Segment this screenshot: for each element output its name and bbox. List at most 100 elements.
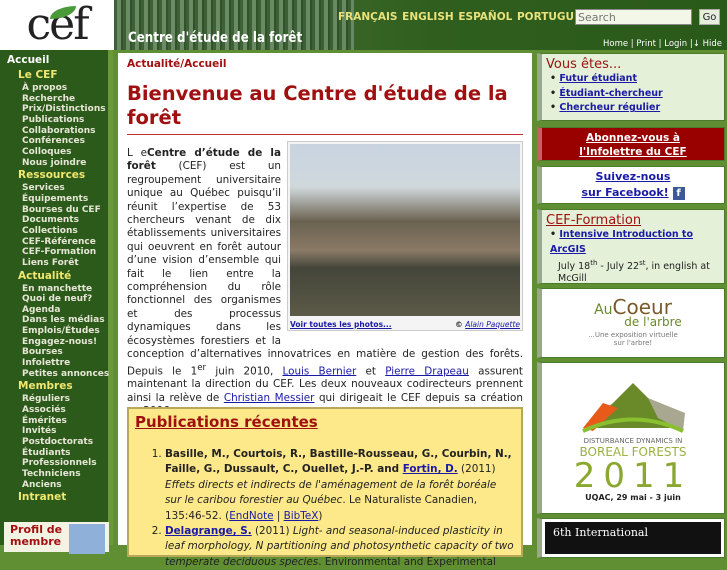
print-link[interactable]: Print: [636, 39, 656, 49]
sidebar-item[interactable]: Prix/Distinctions: [11, 104, 108, 115]
sidebar-item[interactable]: Réguliers: [11, 394, 108, 405]
sidebar-item-accueil[interactable]: Accueil: [0, 53, 108, 68]
lang-en[interactable]: ENGLISH: [402, 11, 454, 23]
copyright-symbol: ©: [455, 320, 463, 329]
intro-text: L e: [127, 147, 148, 159]
sidebar-item[interactable]: Associés: [11, 405, 108, 416]
search-input[interactable]: [575, 9, 692, 25]
pierre-drapeau-link[interactable]: Pierre Drapeau: [385, 365, 469, 377]
exposition-text: ...Une exposition virtuelle sur l'arbre!: [588, 331, 678, 347]
all-photos-link[interactable]: Voir toutes les photos...: [290, 318, 392, 331]
sidebar-item[interactable]: Dans les médias: [11, 315, 108, 326]
sidebar-item[interactable]: Professionnels: [11, 458, 108, 469]
louis-bernier-link[interactable]: Louis Bernier: [282, 365, 356, 377]
sidebar-item[interactable]: Services: [11, 183, 108, 194]
bibtex-link[interactable]: BibTeX: [284, 510, 319, 522]
facebook-box[interactable]: Suivez-nous sur Facebook! f: [537, 166, 725, 204]
etudiant-chercheur-link[interactable]: Étudiant-chercheur: [559, 88, 662, 99]
publication-item: Delagrange, S. (2011) Light- and seasona…: [165, 524, 515, 570]
abonnez-link[interactable]: Abonnez-vous à: [586, 132, 680, 144]
pub-journal: . Environmental and Experimental: [318, 555, 496, 568]
home-link[interactable]: Home: [603, 39, 628, 49]
main-content: Actualité/Accueil Bienvenue au Centre d'…: [118, 53, 532, 568]
sidebar-section-ressources[interactable]: Ressources: [11, 168, 108, 183]
sidebar-item[interactable]: Techniciens: [11, 469, 108, 480]
member-photo: [69, 524, 105, 554]
sidebar-section-intranet[interactable]: Intranet: [11, 490, 108, 505]
breadcrumb[interactable]: Actualité/Accueil: [127, 58, 523, 70]
separator: |: [273, 509, 284, 522]
mountain-logo-icon: [582, 383, 685, 433]
intro-sup: er: [197, 362, 207, 373]
arcgis-link[interactable]: Intensive Introduction to ArcGIS: [550, 229, 693, 255]
lang-es[interactable]: ESPAÑOL: [458, 11, 512, 23]
infolettre-link[interactable]: l'Infolettre du CEF: [579, 146, 686, 158]
coeur-arbre-banner[interactable]: AuCoeur de l'arbre ...Une exposition vir…: [537, 288, 725, 358]
lang-fr[interactable]: FRANÇAIS: [338, 11, 397, 23]
language-links: FRANÇAIS ENGLISH ESPAÑOL PORTUGUÊS: [338, 11, 589, 23]
paren: ): [318, 509, 323, 522]
sidebar-item[interactable]: Engagez-nous!: [11, 337, 108, 348]
sidebar-item[interactable]: Postdoctorats: [11, 437, 108, 448]
pub-author-link[interactable]: Delagrange, S.: [165, 525, 252, 537]
intro-paragraph: Voir toutes les photos... © Alain Paquett…: [127, 141, 523, 419]
endnote-link[interactable]: EndNote: [229, 510, 273, 522]
boreal-forests-banner[interactable]: DISTURBANCE DYNAMICS IN BOREAL FORESTS 2…: [537, 362, 725, 514]
sidebar-item[interactable]: Liens Forêt: [11, 258, 108, 269]
publications-title[interactable]: Publications récentes: [135, 413, 515, 431]
infolettre-box[interactable]: Abonnez-vous à l'Infolettre du CEF: [537, 127, 725, 161]
sidebar-item[interactable]: En manchette: [11, 284, 108, 295]
suivez-link[interactable]: Suivez-nous: [596, 170, 671, 183]
login-link[interactable]: Login: [664, 39, 687, 49]
sidebar-item[interactable]: CEF-Référence: [11, 237, 108, 248]
cef-logo[interactable]: cef: [0, 0, 114, 50]
sidebar-item[interactable]: Publications: [11, 115, 108, 126]
profil-membre-box[interactable]: Profil de membre: [4, 522, 109, 554]
pub-year: (2011): [251, 525, 293, 538]
sidebar-item[interactable]: Nous joindre: [11, 158, 108, 169]
sidebar-item[interactable]: Bourses: [11, 347, 108, 358]
hide-link[interactable]: Hide: [703, 39, 722, 49]
boreal-place: UQAC, 29 mai - 3 juin: [585, 493, 681, 502]
boreal-line1: DISTURBANCE DYNAMICS IN: [583, 437, 683, 445]
sidebar-item[interactable]: Invités: [11, 426, 108, 437]
sidebar-section-actualit-[interactable]: Actualité: [11, 269, 108, 284]
log-pile-photo[interactable]: [290, 144, 520, 316]
sidebar-item[interactable]: Collaborations: [11, 126, 108, 137]
sidebar-section-membres[interactable]: Membres: [11, 379, 108, 394]
go-button[interactable]: Go: [699, 9, 720, 25]
sidebar-item[interactable]: Infolettre: [11, 358, 108, 369]
top-links: Home | Print | Login |↓ Hide: [603, 39, 722, 49]
sidebar-item[interactable]: Quoi de neuf?: [11, 294, 108, 305]
sidebar-item[interactable]: Documents: [11, 215, 108, 226]
au-text: Au: [594, 302, 613, 318]
sidebar-item[interactable]: Colloques: [11, 147, 108, 158]
site-title: Centre d'étude de la forêt: [128, 30, 303, 46]
facebook-link[interactable]: sur Facebook!: [581, 186, 668, 199]
sidebar-section-le-cef[interactable]: Le CEF: [11, 68, 108, 83]
sidebar-item[interactable]: CEF-Formation: [11, 247, 108, 258]
publication-item: Basille, M., Courtois, R., Bastille-Rous…: [165, 447, 515, 524]
sidebar-item[interactable]: Petites annonces: [11, 369, 109, 380]
sidebar-item[interactable]: Emplois/Études: [11, 326, 108, 337]
sidebar-item[interactable]: Émérites: [11, 416, 108, 427]
photo-credit-link[interactable]: Alain Paquette: [465, 320, 520, 329]
vous-etes-title: Vous êtes...: [546, 57, 622, 72]
chercheur-regulier-link[interactable]: Chercheur régulier: [559, 102, 660, 113]
pub-author-link[interactable]: Fortin, D.: [403, 463, 458, 475]
sidebar-item[interactable]: Conférences: [11, 136, 108, 147]
sidebar-item[interactable]: Recherche: [11, 94, 108, 105]
sidebar-item[interactable]: À propos: [11, 83, 108, 94]
sidebar-item[interactable]: Agenda: [11, 305, 108, 316]
sidebar-item[interactable]: Collections: [11, 226, 108, 237]
cef-formation-box: CEF-Formation Intensive Introduction to …: [537, 209, 725, 284]
futur-etudiant-link[interactable]: Futur étudiant: [559, 73, 637, 84]
sidebar-item[interactable]: Équipements: [11, 194, 108, 205]
vous-etes-box: Vous êtes... Futur étudiant Étudiant-che…: [537, 53, 725, 121]
sidebar-item[interactable]: Anciens: [11, 480, 108, 491]
cef-formation-title[interactable]: CEF-Formation: [542, 210, 724, 228]
international-banner[interactable]: 6th International: [537, 518, 725, 558]
sidebar-item[interactable]: Étudiants: [11, 448, 108, 459]
christian-messier-link[interactable]: Christian Messier: [224, 392, 315, 404]
sidebar-item[interactable]: Bourses du CEF: [11, 205, 108, 216]
